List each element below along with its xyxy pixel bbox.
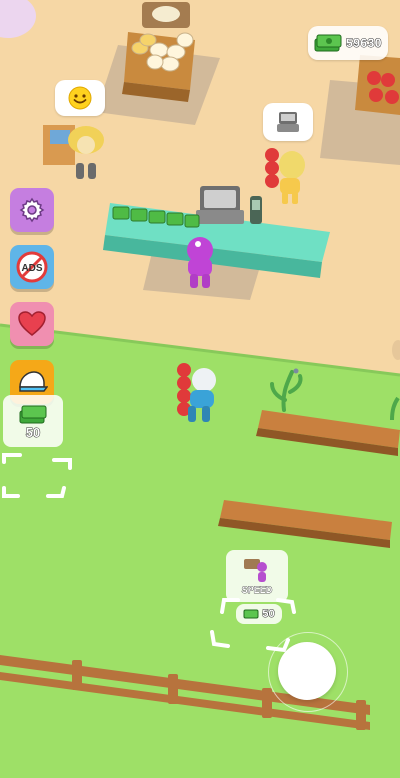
worker-icon [244,559,267,582]
unlock-spot-cost: 50 [25,424,41,440]
smile-emoji-icon [68,86,92,110]
cash-icon [243,609,259,619]
unlock-spot-card[interactable]: 50 [3,395,63,447]
cash-icon [19,405,47,423]
checkout-speech-bubble [263,103,313,141]
no-ads-icon: ADS [16,251,48,283]
no-ads-label: ADS [21,263,42,274]
gear-icon [19,197,45,223]
speed-upgrade-label: SPEED [241,585,273,596]
cash-icon [314,34,342,52]
speed-upgrade-cost-chip[interactable]: 50 [236,604,282,624]
favorites-button[interactable] [10,302,54,346]
game-scene[interactable]: 59630 ADS 50 SPEED 50 [0,0,400,778]
customer-speech-bubble [55,80,105,116]
heart-icon [18,311,46,336]
joystick-knob[interactable] [278,642,336,700]
settings-button[interactable] [10,188,54,232]
cash-register-icon [277,112,299,132]
cap-icon [19,371,48,392]
money-amount: 59630 [346,36,382,51]
money-counter: 59630 [308,26,388,60]
no-ads-button[interactable]: ADS [10,245,54,289]
speed-upgrade-card[interactable]: SPEED [226,550,288,602]
speed-upgrade-cost: 50 [262,608,275,621]
